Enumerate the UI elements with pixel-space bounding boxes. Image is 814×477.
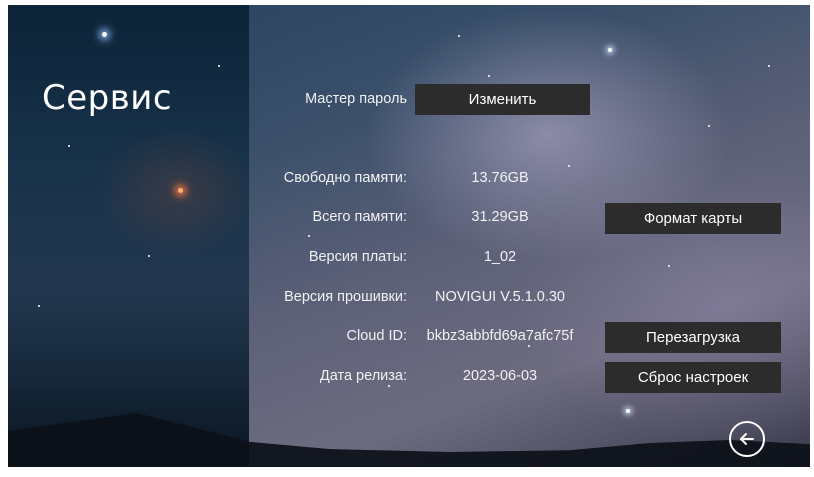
service-screen (8, 5, 810, 467)
cloud-id-label: Cloud ID: (346, 328, 407, 344)
free-memory-value: 13.76GB (471, 170, 529, 186)
total-memory-value: 31.29GB (471, 209, 529, 225)
board-version-value: 1_02 (483, 249, 517, 265)
total-memory-label: Всего памяти: (312, 209, 407, 225)
firmware-version-label: Версия прошивки: (284, 289, 407, 305)
master-password-label: Мастер пароль (305, 91, 407, 107)
change-password-button[interactable]: Изменить (415, 84, 590, 115)
firmware-version-value: NOVIGUI V.5.1.0.30 (434, 289, 566, 305)
horizon-silhouette (8, 413, 810, 467)
board-version-label: Версия платы: (308, 249, 407, 265)
left-panel (8, 5, 249, 467)
reset-settings-button[interactable]: Сброс настроек (605, 362, 781, 393)
cloud-id-value: bkbz3abbfd69a7afc75f (426, 328, 574, 344)
free-memory-label: Свободно памяти: (283, 170, 407, 186)
page-title: Сервис (42, 78, 173, 118)
back-arrow-icon (740, 433, 754, 445)
back-button[interactable] (729, 421, 765, 457)
format-card-button[interactable]: Формат карты (605, 203, 781, 234)
release-date-label: Дата релиза: (319, 368, 407, 384)
release-date-value: 2023-06-03 (462, 368, 538, 384)
reboot-button[interactable]: Перезагрузка (605, 322, 781, 353)
